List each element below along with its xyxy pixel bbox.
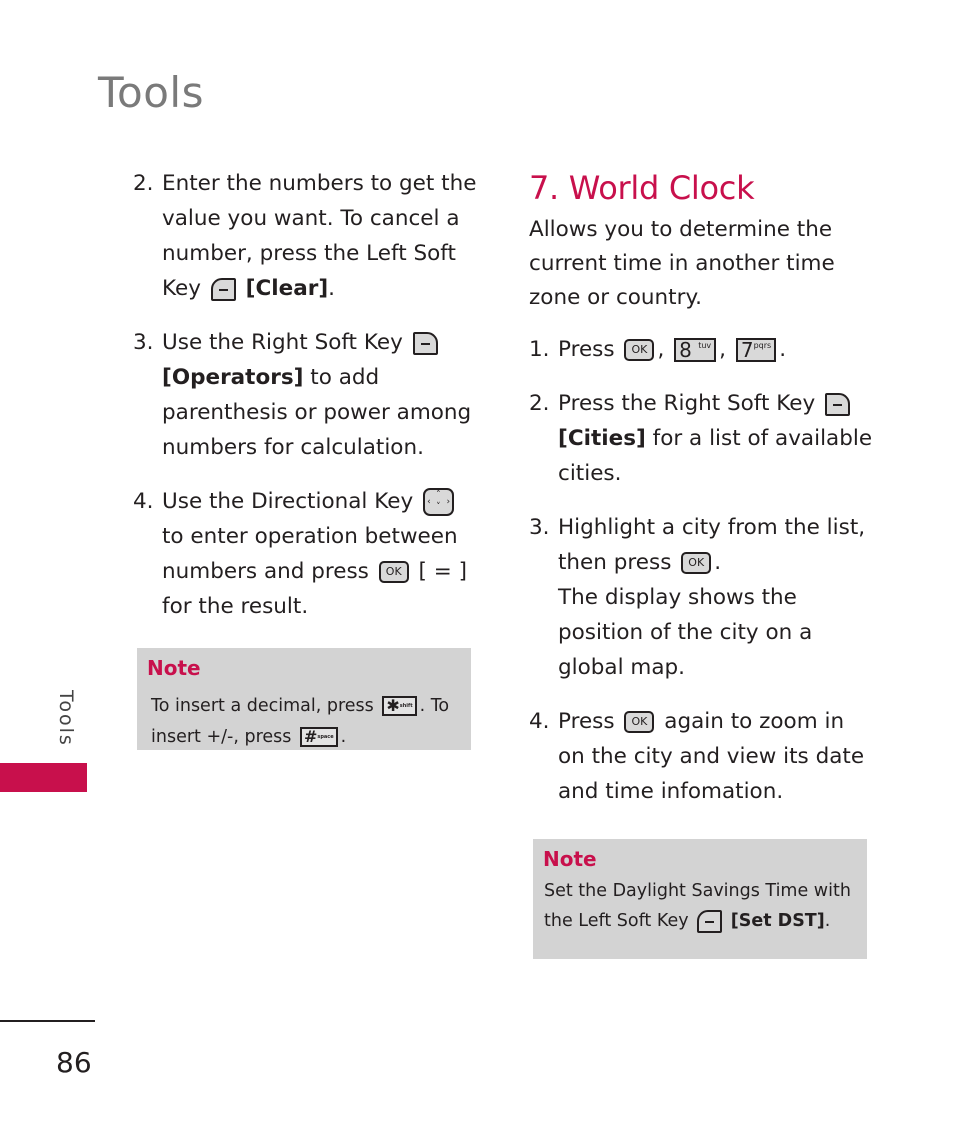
step-text: Use the Right Soft Key [162, 330, 403, 355]
arrow-up-icon: ˄ [436, 490, 441, 500]
arrow-down-icon: ˅ [436, 502, 441, 512]
step-4-zoom-in: 4. Press OK again to zoom in on the city… [529, 704, 874, 809]
step-text: Press [558, 337, 615, 362]
cities-label: [Cities] [558, 426, 646, 451]
step-text: Press [558, 709, 615, 734]
section-heading: 7. World Clock [529, 169, 755, 207]
note-text: To insert a decimal, press [151, 696, 374, 716]
star-shift-key-icon: ✱shift [382, 696, 417, 716]
key-sub-glyph: tuv [698, 341, 712, 350]
note-text: . [340, 727, 347, 747]
step-number: 2. [529, 391, 550, 416]
step-text: Press the Right Soft Key [558, 391, 816, 416]
key-7-pqrs-icon: 7pqrs [735, 338, 777, 362]
step-3-highlight-city: 3. Highlight a city from the list, then … [529, 510, 874, 685]
step-text-line2: The display shows the position of the ci… [558, 585, 813, 680]
ok-key-icon: OK [681, 552, 712, 574]
arrow-left-icon: ‹ [427, 497, 431, 507]
arrow-right-icon: › [446, 497, 451, 507]
key-main-glyph: 7 [740, 338, 754, 362]
step-2-cities: 2. Press the Right Soft Key [Cities] for… [529, 386, 874, 491]
step-number: 4. [529, 709, 550, 734]
note-title: Note [147, 656, 201, 680]
left-soft-key-icon [697, 909, 723, 933]
ok-key-icon: OK [378, 561, 409, 583]
page-number: 86 [56, 1046, 92, 1079]
right-soft-key-icon [825, 392, 851, 416]
key-8-tuv-icon: 8 tuv [674, 338, 717, 362]
right-soft-key-icon [412, 331, 438, 355]
directional-key-icon: ˄ ‹ › ˅ [423, 488, 455, 516]
left-column: 2. Enter the numbers to get the value yo… [133, 166, 478, 643]
step-3-operators: 3. Use the Right Soft Key [Operators] to… [133, 325, 478, 465]
step-text-end: . [714, 550, 722, 575]
footer-rule [0, 1020, 95, 1022]
key-main-glyph: 8 [679, 338, 692, 362]
note-title: Note [543, 847, 597, 871]
step-1-press-keys: 1. Press OK, 8 tuv, 7pqrs. [529, 332, 874, 367]
key-sub-glyph: pqrs [753, 341, 772, 350]
note-text-end: . [824, 911, 831, 931]
left-soft-key-icon [210, 277, 236, 301]
clear-label: [Clear] [245, 276, 329, 301]
note-body: Set the Daylight Savings Time with the L… [544, 876, 859, 936]
ok-key-icon: OK [624, 339, 655, 361]
step-number: 1. [529, 337, 550, 362]
key-sub-glyph: space [317, 734, 334, 740]
ok-key-icon: OK [624, 711, 655, 733]
side-section-tab [0, 763, 87, 792]
step-4-directional: 4. Use the Directional Key ˄ ‹ › ˅ to en… [133, 484, 478, 624]
side-section-label: Tools [55, 690, 77, 747]
section-intro: Allows you to determine the current time… [529, 217, 835, 310]
key-main-glyph: # [303, 727, 318, 746]
step-number: 3. [529, 515, 550, 540]
set-dst-label: [Set DST] [730, 911, 825, 931]
key-main-glyph: ✱ [386, 696, 400, 715]
step-number: 4. [133, 489, 154, 514]
step-2-clear: 2. Enter the numbers to get the value yo… [133, 166, 478, 306]
step-text: Highlight a city from the list, then pre… [558, 515, 866, 575]
step-text-end: . [328, 276, 336, 301]
right-column: 7. World Clock Allows you to determine t… [529, 166, 874, 828]
hash-space-key-icon: #space [299, 727, 338, 747]
operators-label: [Operators] [162, 365, 304, 390]
note-body: To insert a decimal, press ✱shift. To in… [151, 691, 463, 753]
page-title: Tools [98, 68, 204, 117]
step-number: 2. [133, 171, 154, 196]
note-box-dst: Note Set the Daylight Savings Time with … [533, 839, 867, 959]
key-sub-glyph: shift [399, 703, 413, 709]
step-text: Use the Directional Key [162, 489, 414, 514]
step-number: 3. [133, 330, 154, 355]
note-box-decimal: Note To insert a decimal, press ✱shift. … [137, 648, 471, 750]
